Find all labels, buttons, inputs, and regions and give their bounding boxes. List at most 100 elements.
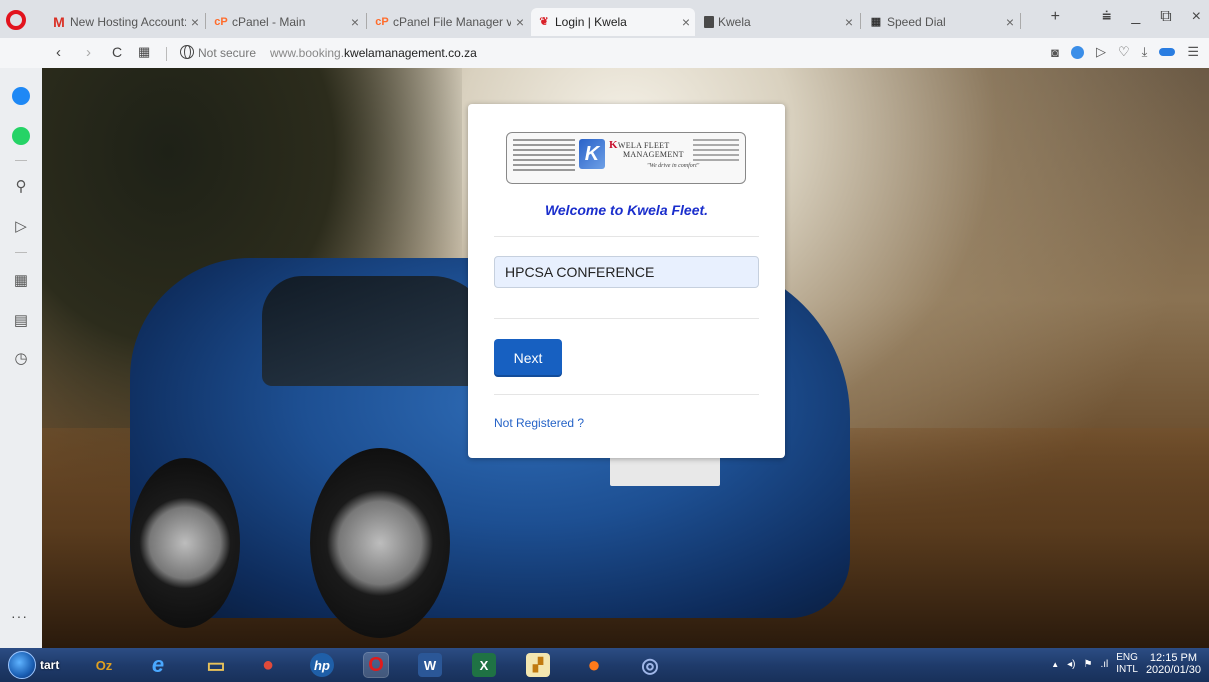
clock[interactable]: 12:15 PM 2020/01/30 (1146, 652, 1201, 676)
windows-taskbar: tart Oz e ▭ ● hp O W X ▞ ● ◎ ▲ ◂) ⚑ .ıl … (0, 648, 1209, 682)
address-bar: ‹ › C ▦ Not secure www.booking.kwelamana… (0, 38, 1209, 68)
tab-cpanel-main[interactable]: cP cPanel - Main × (208, 8, 364, 36)
outlook-icon[interactable]: Oz (92, 653, 116, 677)
speed-dial-icon[interactable]: ▦ (9, 268, 33, 292)
kwela-logo: K KWELA FLEET MANAGEMENT "We drive in co… (506, 132, 746, 184)
snapshot-icon[interactable]: ◙ (1051, 45, 1059, 60)
news-icon[interactable]: ▤ (9, 308, 33, 332)
windows-start-icon (8, 651, 36, 679)
tab-label: cPanel File Manager v3 (393, 15, 511, 29)
firefox-icon[interactable]: ● (582, 652, 606, 677)
url-field[interactable]: www.booking.kwelamanagement.co.za (270, 46, 477, 60)
forward-button[interactable]: › (86, 44, 91, 61)
tab-separator (205, 13, 206, 29)
language-indicator[interactable]: ENG INTL (1116, 652, 1138, 676)
speed-dial-icon: ▦ (870, 16, 882, 28)
tab-label: New Hosting Account: k (70, 15, 186, 29)
background-car-wheel (130, 458, 240, 628)
cpanel-icon: cP (214, 16, 228, 28)
ad-block-shield-icon[interactable] (1070, 45, 1084, 59)
reload-button[interactable]: C (112, 44, 122, 60)
tab-kwela[interactable]: Kwela × (698, 8, 858, 36)
send-icon[interactable]: ▷ (9, 214, 33, 238)
sidebar-whatsapp[interactable] (9, 124, 33, 148)
document-icon (704, 16, 714, 28)
chrome-icon[interactable]: ● (256, 653, 280, 677)
logo-name: KWELA FLEET MANAGEMENT (609, 139, 684, 160)
background-car-window (262, 276, 492, 386)
sidebar: ⚲ ▷ ▦ ▤ ◷ ··· (0, 68, 42, 648)
sidebar-messenger[interactable] (9, 84, 33, 108)
url-domain: kwelamanagement.co.za (344, 46, 477, 60)
tab-label: Speed Dial (887, 15, 946, 29)
next-button[interactable]: Next (494, 339, 562, 377)
not-registered-link[interactable]: Not Registered ? (494, 416, 584, 430)
restore-button[interactable]: ⧉ (1160, 8, 1171, 26)
close-icon[interactable]: × (677, 14, 695, 30)
system-tray: ▲ ◂) ⚑ .ıl ENG INTL 12:15 PM 2020/01/30 (1051, 652, 1201, 676)
internet-explorer-icon[interactable]: e (146, 652, 170, 677)
address-divider (166, 47, 167, 61)
new-tab-button[interactable]: + (1051, 8, 1060, 26)
tab-separator (860, 13, 861, 29)
kwela-k-mark-icon: K (579, 139, 605, 169)
close-icon[interactable]: × (1001, 14, 1019, 30)
login-card: K KWELA FLEET MANAGEMENT "We drive in co… (468, 104, 785, 458)
tab-label: Login | Kwela (555, 15, 627, 29)
word-icon[interactable]: W (418, 653, 442, 677)
volume-icon[interactable]: ◂) (1067, 659, 1075, 670)
show-hidden-icons-icon[interactable]: ▲ (1051, 660, 1059, 669)
event-code-input[interactable] (494, 256, 759, 288)
flow-icon[interactable]: ▷ (1096, 44, 1106, 60)
back-button[interactable]: ‹ (56, 44, 61, 61)
gmail-icon: M (53, 14, 65, 30)
tab-label: cPanel - Main (232, 15, 306, 29)
tab-menu-icon[interactable]: ⩧ (1102, 8, 1111, 26)
close-icon[interactable]: × (511, 14, 529, 30)
vpn-toggle-icon[interactable] (1159, 48, 1176, 56)
logo-text-lines (513, 139, 575, 171)
close-icon[interactable]: × (346, 14, 364, 30)
download-icon[interactable]: ⤓ (1142, 44, 1148, 60)
kwela-icon: ❦ (539, 16, 549, 28)
hp-icon[interactable]: hp (310, 653, 334, 677)
tab-separator (1020, 13, 1021, 29)
divider (494, 318, 759, 319)
start-label: tart (40, 658, 60, 672)
network-signal-icon[interactable]: .ıl (1100, 659, 1108, 670)
action-center-flag-icon[interactable]: ⚑ (1084, 659, 1093, 670)
messenger-icon (12, 87, 30, 105)
start-button[interactable]: tart (8, 651, 59, 679)
browser-globe-icon[interactable]: ◎ (638, 653, 662, 677)
opera-menu-icon[interactable] (6, 10, 26, 30)
logo-tagline: "We drive in comfort" (647, 163, 700, 169)
file-explorer-icon[interactable]: ▭ (204, 653, 228, 677)
minimize-button[interactable]: _ (1131, 8, 1140, 26)
window-controls: + ⩧ _ ⧉ × (1051, 8, 1201, 26)
sidebar-divider (15, 160, 27, 161)
tab-speed-dial[interactable]: ▦ Speed Dial × (863, 8, 1019, 36)
bookmark-heart-icon[interactable]: ♡ (1118, 44, 1130, 60)
close-icon[interactable]: × (840, 14, 858, 30)
search-icon[interactable]: ⚲ (9, 174, 33, 198)
tab-bar: M New Hosting Account: k × cP cPanel - M… (0, 0, 1209, 38)
tab-gmail[interactable]: M New Hosting Account: k × (46, 8, 204, 36)
tabs-grid-icon[interactable]: ▦ (138, 44, 150, 60)
welcome-heading: Welcome to Kwela Fleet. (544, 202, 709, 218)
sidebar-more-icon[interactable]: ··· (11, 608, 28, 624)
sidebar-divider (15, 252, 27, 253)
window-close-button[interactable]: × (1192, 8, 1201, 26)
globe-icon[interactable] (180, 45, 194, 59)
history-icon[interactable]: ◷ (9, 346, 33, 370)
divider (494, 236, 759, 237)
excel-icon[interactable]: X (472, 653, 496, 677)
security-label[interactable]: Not secure (198, 46, 256, 60)
url-prefix: www.booking. (270, 46, 345, 60)
tab-login-kwela[interactable]: ❦ Login | Kwela × (531, 8, 695, 36)
tab-cpanel-file-manager[interactable]: cP cPanel File Manager v3 × (369, 8, 529, 36)
easy-setup-icon[interactable]: ☰ (1187, 44, 1199, 60)
opera-icon[interactable]: O (363, 652, 389, 678)
close-icon[interactable]: × (186, 14, 204, 30)
chart-app-icon[interactable]: ▞ (526, 653, 550, 677)
logo-text-lines (693, 139, 739, 161)
